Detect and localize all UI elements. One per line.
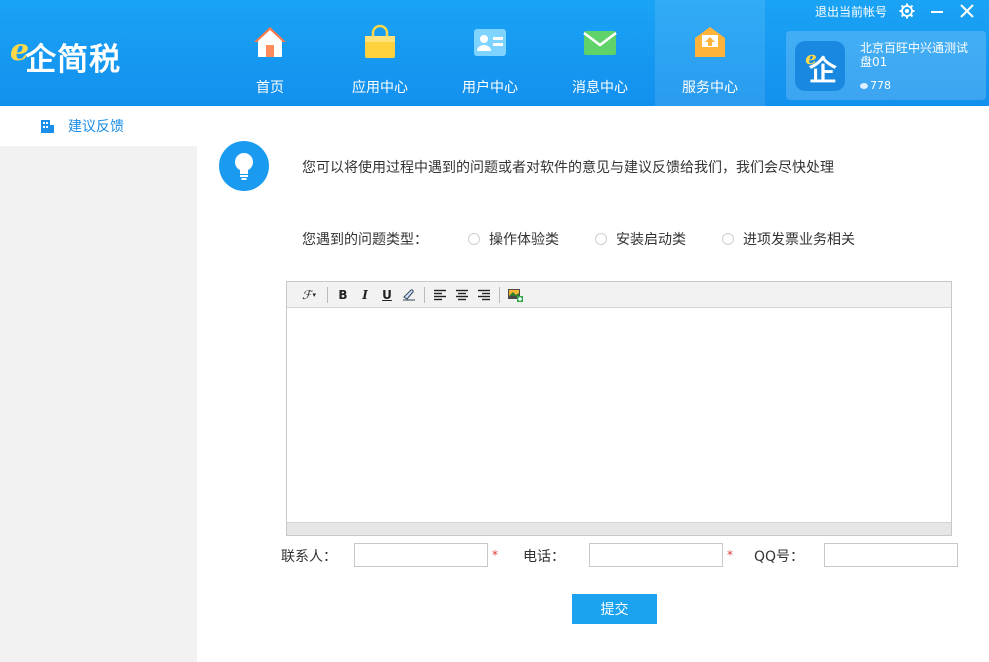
nav-item-messages[interactable]: 消息中心 [545,0,655,106]
coin-icon [860,82,868,89]
nav-item-service[interactable]: 服务中心 [655,0,765,106]
editor-resize-bar [287,522,951,535]
sidebar: 建议反馈 [0,106,197,662]
nav-item-users[interactable]: 用户中心 [435,0,545,106]
nav-item-home[interactable]: 首页 [215,0,325,106]
font-icon: ℱ [302,287,312,302]
editor-content-area[interactable] [287,308,951,522]
qq-input[interactable] [824,543,958,567]
nav-item-apps[interactable]: 应用中心 [325,0,435,106]
nav-label: 消息中心 [572,80,628,96]
bold-button[interactable]: B [332,285,354,305]
phone-input[interactable] [589,543,723,567]
nav-label: 首页 [256,80,284,96]
eraser-icon [403,288,415,300]
align-center-icon [456,289,468,300]
eraser-button[interactable] [398,285,420,305]
radio-option-install[interactable]: 安装启动类 [595,229,686,249]
underline-button[interactable]: U [376,285,398,305]
gear-icon[interactable] [899,3,915,19]
user-card-icon [474,29,506,56]
sidebar-item-label: 建议反馈 [68,119,124,135]
font-family-button[interactable]: ℱ ▾ [295,285,323,305]
question-type-label: 您遇到的问题类型： [302,232,428,248]
envelope-icon [583,31,617,55]
coin-count: 778 [870,79,891,92]
nav-label: 用户中心 [462,80,518,96]
radio-button[interactable] [722,233,734,245]
radio-label: 安装启动类 [616,232,686,248]
avatar: e 企 [795,41,845,91]
nav-label: 应用中心 [352,80,408,96]
align-right-icon [478,289,490,300]
main-nav: 首页 应用中心 用户中心 消息中心 服务中心 [215,0,765,106]
image-icon [508,288,523,302]
align-left-button[interactable] [429,285,451,305]
nav-label: 服务中心 [682,80,738,96]
app-logo: e 企简税 [10,30,121,80]
radio-option-invoice[interactable]: 进项发票业务相关 [722,229,855,249]
feedback-intro: 您可以将使用过程中遇到的问题或者对软件的意见与建议反馈给我们，我们会尽快处理 [302,160,834,176]
shopping-bag-icon [365,24,395,58]
phone-label: 电话： [523,549,565,565]
feedback-panel: 您可以将使用过程中遇到的问题或者对软件的意见与建议反馈给我们，我们会尽快处理 您… [197,106,989,662]
question-type-group: 您遇到的问题类型： 操作体验类 安装启动类 进项发票业务相关 [302,229,855,249]
toolbar-divider [499,286,500,303]
lightbulb-icon [219,141,269,191]
window-controls: 退出当前帐号 [815,0,989,22]
avatar-mark: e [805,48,817,69]
close-icon[interactable] [959,3,975,19]
logo-text: 企简税 [25,42,122,78]
sidebar-item-feedback[interactable]: 建议反馈 [0,106,197,146]
align-center-button[interactable] [451,285,473,305]
radio-label: 进项发票业务相关 [743,232,855,248]
logout-link[interactable]: 退出当前帐号 [815,3,887,20]
align-right-button[interactable] [473,285,495,305]
submit-button[interactable]: 提交 [572,594,657,624]
required-mark: * [727,548,733,562]
contact-person-label: 联系人： [281,549,337,565]
user-card[interactable]: e 企 北京百旺中兴通测试盘01 778 [786,31,986,100]
required-mark: * [492,548,498,562]
radio-button[interactable] [595,233,607,245]
logo-mark: e [10,33,30,68]
rich-text-editor: ℱ ▾ B I U [286,281,952,536]
contact-row: 联系人： * 电话： * QQ号： [197,543,989,567]
italic-button[interactable]: I [354,285,376,305]
toolbar-divider [424,286,425,303]
app-header: e 企简税 首页 应用中心 用户中心 消息中心 服务中心 退出当前帐号 e 企 … [0,0,989,106]
toolbar-divider [327,286,328,303]
contact-person-input[interactable] [354,543,488,567]
radio-label: 操作体验类 [489,232,559,248]
qq-label: QQ号： [754,549,805,565]
service-box-icon [695,27,725,57]
insert-image-button[interactable] [504,285,526,305]
coin-balance: 778 [860,79,891,92]
minimize-icon[interactable] [929,3,945,19]
align-left-icon [434,289,446,300]
editor-toolbar: ℱ ▾ B I U [287,282,951,308]
user-name: 北京百旺中兴通测试盘01 [860,41,969,69]
home-icon [254,27,286,57]
radio-option-operation[interactable]: 操作体验类 [468,229,559,249]
building-icon [41,120,54,133]
radio-button[interactable] [468,233,480,245]
